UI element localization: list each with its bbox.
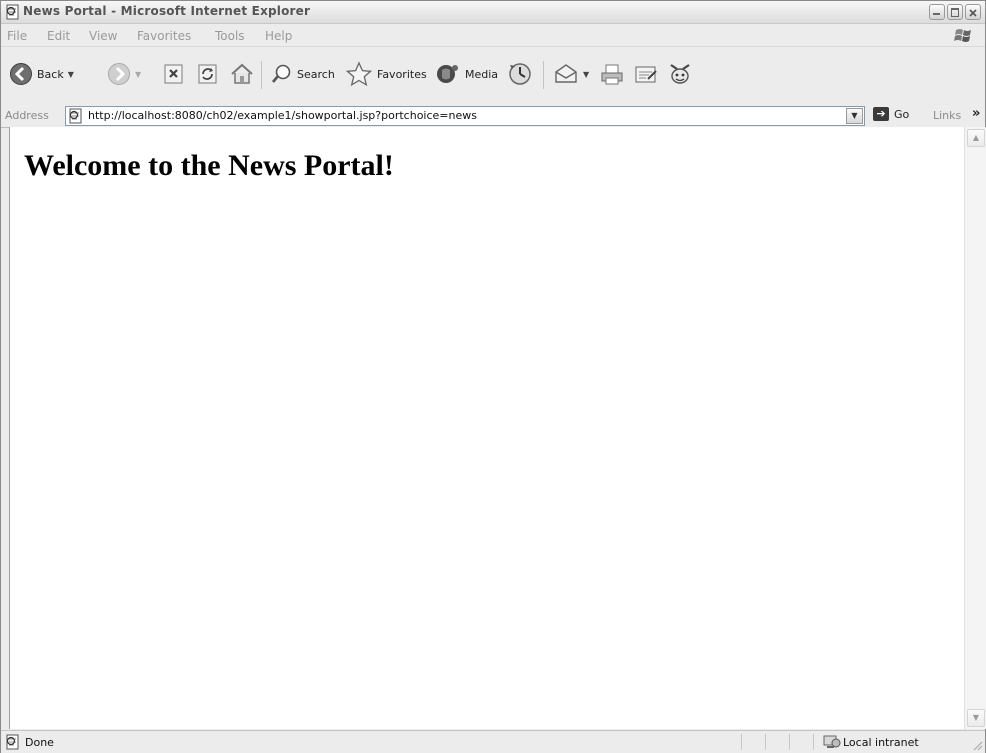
windows-logo-icon	[954, 29, 971, 42]
status-text: Done	[25, 736, 54, 749]
media-button[interactable]: Media	[433, 59, 498, 89]
refresh-button[interactable]	[197, 59, 219, 89]
page-status-icon	[6, 734, 19, 750]
messenger-button[interactable]	[667, 59, 693, 89]
search-label: Search	[297, 67, 335, 81]
window-title: News Portal - Microsoft Internet Explore…	[23, 4, 311, 18]
forward-dropdown-icon[interactable]: ▼	[135, 70, 141, 79]
links-chevron-icon[interactable]: »	[972, 106, 980, 121]
home-button[interactable]	[229, 59, 255, 89]
links-label[interactable]: Links	[933, 109, 961, 122]
go-label: Go	[894, 107, 910, 121]
menu-file[interactable]: File	[7, 29, 27, 43]
messenger-icon	[670, 64, 690, 84]
favorites-label: Favorites	[377, 67, 427, 81]
search-button[interactable]: Search	[271, 59, 335, 89]
print-button[interactable]	[599, 59, 625, 89]
edit-button[interactable]	[633, 59, 659, 89]
menu-tools[interactable]: Tools	[215, 29, 245, 43]
page-content: Welcome to the News Portal!	[9, 127, 964, 729]
page-heading: Welcome to the News Portal!	[24, 149, 394, 182]
maximize-button[interactable]	[947, 4, 963, 20]
standard-toolbar: Back ▼ ▼ Search Favorites Media ▼	[1, 47, 985, 106]
page-icon	[69, 108, 82, 124]
status-bar: Done Local intranet	[1, 730, 985, 753]
favorites-star-icon	[345, 61, 373, 87]
mail-button[interactable]: ▼	[553, 59, 589, 89]
menu-favorites[interactable]: Favorites	[137, 29, 191, 43]
vertical-scrollbar[interactable]: ▲ ▼	[964, 127, 986, 729]
history-button[interactable]	[507, 59, 533, 89]
scroll-down-icon[interactable]: ▼	[967, 709, 985, 727]
scroll-up-icon[interactable]: ▲	[967, 129, 985, 147]
address-label: Address	[5, 109, 49, 122]
title-bar: News Portal - Microsoft Internet Explore…	[1, 1, 985, 24]
stop-icon	[164, 64, 183, 84]
browser-window: News Portal - Microsoft Internet Explore…	[0, 0, 986, 753]
mail-dropdown-icon[interactable]: ▼	[583, 70, 589, 79]
address-bar: Address http://localhost:8080/ch02/examp…	[1, 105, 985, 128]
favorites-button[interactable]: Favorites	[345, 59, 427, 89]
go-button[interactable]: ➔ Go	[873, 107, 909, 121]
back-button[interactable]: Back ▼	[9, 59, 74, 89]
forward-arrow-icon	[108, 63, 130, 85]
back-dropdown-icon[interactable]: ▼	[68, 70, 74, 79]
forward-button[interactable]: ▼	[107, 59, 141, 89]
address-url: http://localhost:8080/ch02/example1/show…	[88, 109, 477, 122]
home-icon	[231, 63, 253, 84]
close-button[interactable]	[965, 4, 981, 20]
menu-bar: File Edit View Favorites Tools Help	[1, 24, 985, 47]
intranet-zone-icon	[823, 735, 841, 748]
address-dropdown-icon[interactable]: ▼	[846, 108, 863, 124]
menu-help[interactable]: Help	[265, 29, 292, 43]
close-icon	[969, 9, 977, 17]
print-icon	[601, 64, 623, 85]
back-label: Back	[37, 67, 64, 81]
go-arrow-icon: ➔	[873, 107, 889, 121]
refresh-icon	[198, 64, 217, 84]
stop-button[interactable]	[163, 59, 185, 89]
resize-grip-icon[interactable]	[971, 739, 983, 751]
ie-page-icon	[6, 4, 19, 20]
back-arrow-icon	[10, 63, 32, 85]
history-icon	[509, 63, 531, 85]
media-label: Media	[465, 67, 499, 81]
menu-edit[interactable]: Edit	[47, 29, 70, 43]
address-input[interactable]: http://localhost:8080/ch02/example1/show…	[65, 106, 865, 126]
edit-icon	[635, 66, 657, 83]
security-zone-label: Local intranet	[843, 736, 919, 749]
media-icon	[437, 65, 458, 83]
menu-view[interactable]: View	[89, 29, 117, 43]
minimize-button[interactable]	[929, 4, 945, 20]
search-icon	[272, 64, 291, 83]
mail-icon	[555, 64, 577, 83]
